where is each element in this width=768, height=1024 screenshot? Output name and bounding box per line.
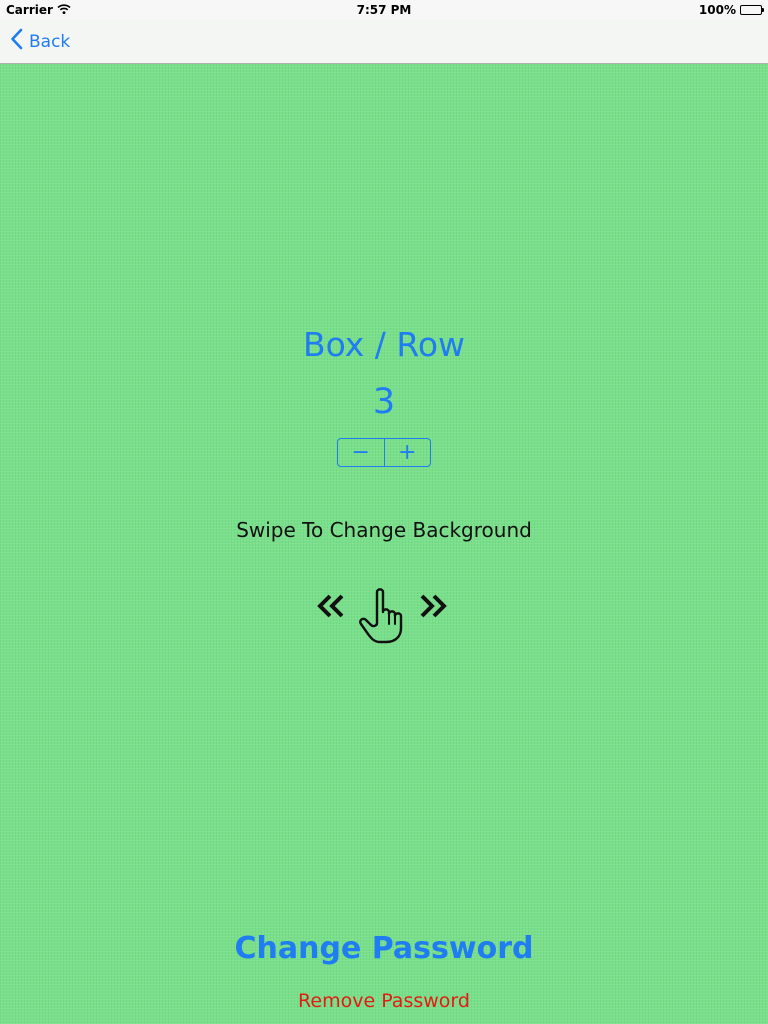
battery-indicator: 100%: [698, 3, 764, 17]
settings-panel[interactable]: Box / Row 3 − + Swipe To Change Backgrou…: [0, 64, 768, 1024]
battery-percent: 100%: [698, 3, 736, 17]
box-per-row-value: 3: [372, 382, 396, 422]
remove-password-button[interactable]: Remove Password: [0, 990, 768, 1012]
navigation-bar: Back: [0, 20, 768, 64]
back-button[interactable]: Back: [10, 28, 70, 55]
change-password-button[interactable]: Change Password: [0, 931, 768, 966]
battery-icon: [740, 5, 764, 15]
box-per-row-stepper[interactable]: − +: [337, 438, 431, 467]
swipe-hint-label: Swipe To Change Background: [236, 518, 532, 542]
status-time: 7:57 PM: [356, 3, 412, 17]
swipe-gesture-icon: [316, 584, 452, 648]
decrement-button[interactable]: −: [338, 439, 385, 466]
chevron-left-icon: [10, 28, 23, 55]
increment-button[interactable]: +: [385, 439, 431, 466]
status-bar: Carrier 7:57 PM 100%: [0, 0, 768, 20]
box-per-row-title: Box / Row: [302, 325, 466, 364]
back-label: Back: [29, 31, 71, 52]
